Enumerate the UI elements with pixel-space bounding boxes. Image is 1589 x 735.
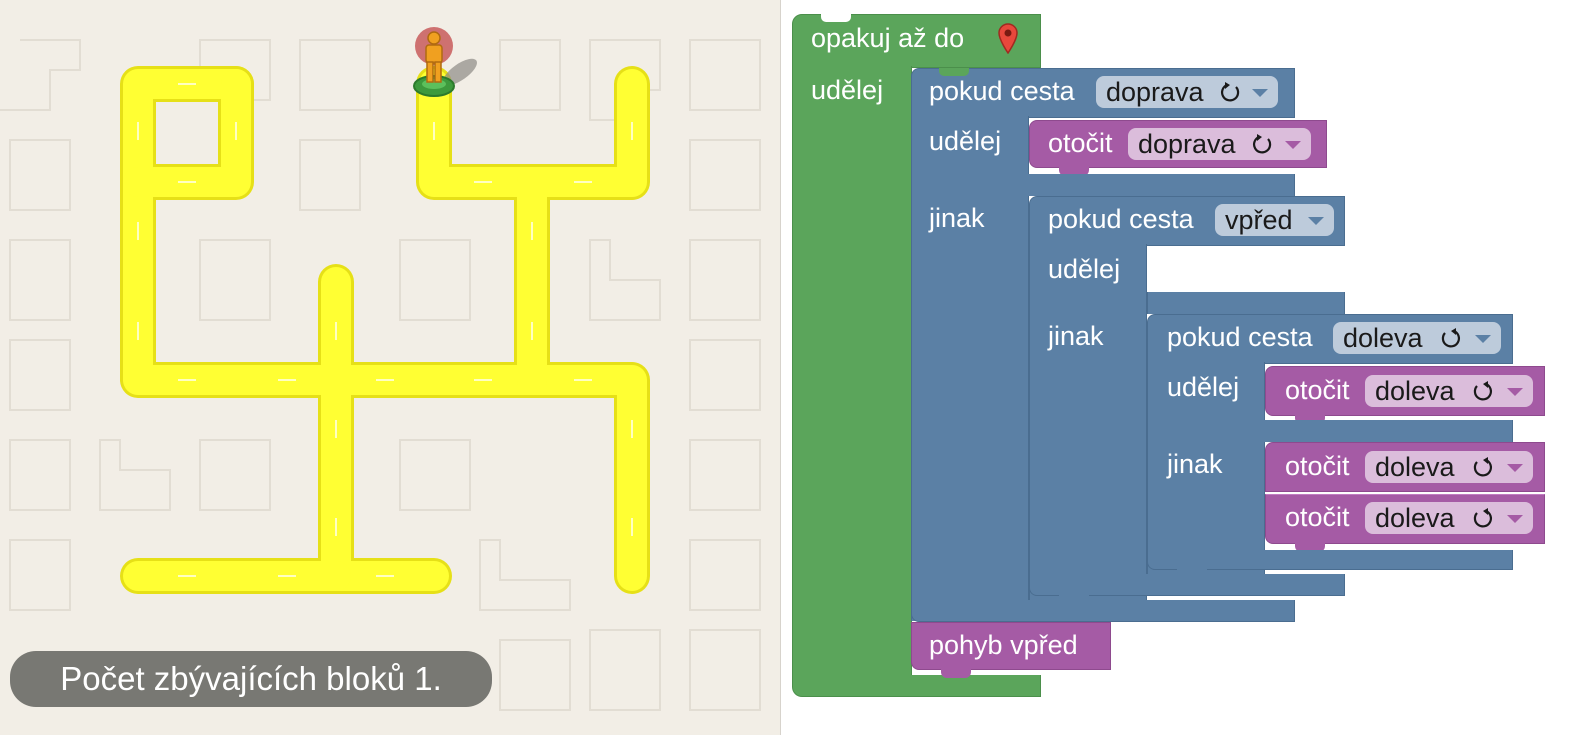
- if-path-left-mid-bar: [1147, 420, 1513, 442]
- block-top-notch: [821, 14, 851, 22]
- if-path-right-mid-bar: [911, 174, 1295, 196]
- if-path-forward-mid-bar: [1147, 292, 1345, 314]
- code-workspace: opakuj až do udělej pokud cesta doprava …: [781, 0, 1589, 735]
- repeat-do-label: udělej: [811, 75, 884, 105]
- if-path-right-dropdown[interactable]: doprava: [1096, 76, 1278, 108]
- dropdown-value: doleva: [1343, 323, 1423, 353]
- remaining-blocks-counter: Počet zbývajících bloků 1.: [10, 651, 492, 707]
- rotate-clockwise-icon: [1219, 79, 1243, 111]
- chevron-down-icon: [1308, 217, 1324, 225]
- if-path-right-footer: [911, 600, 1295, 622]
- if-path-left-dropdown[interactable]: doleva: [1333, 322, 1501, 354]
- rotate-counterclockwise-icon: [1470, 378, 1494, 410]
- chevron-down-icon: [1252, 89, 1268, 97]
- empty-do-slot[interactable]: [1147, 246, 1345, 294]
- repeat-until-body-bar: [792, 66, 912, 679]
- if-path-left-footer: [1147, 550, 1513, 570]
- maze-panel: Počet zbývajících bloků 1.: [0, 0, 781, 735]
- if-path-forward-label: pokud cesta: [1048, 204, 1194, 234]
- chevron-down-icon: [1507, 464, 1523, 472]
- map-pin-icon: [997, 22, 1019, 59]
- dropdown-value: doprava: [1138, 129, 1236, 159]
- if-path-right-label: pokud cesta: [929, 76, 1075, 106]
- dropdown-value: doprava: [1106, 77, 1204, 107]
- rotate-clockwise-icon: [1251, 131, 1275, 163]
- dropdown-value: doleva: [1375, 503, 1455, 533]
- turn-left-label: otočit: [1285, 502, 1350, 532]
- lane-marks: [137, 83, 633, 577]
- pegman-icon: [413, 27, 478, 97]
- turn-left-dropdown[interactable]: doleva: [1365, 451, 1533, 483]
- dropdown-value: doleva: [1375, 376, 1455, 406]
- if-path-right-do-label: udělej: [929, 126, 1002, 156]
- if-path-right-else-label: jinak: [929, 203, 985, 233]
- chevron-down-icon: [1475, 335, 1491, 343]
- if-path-left-label: pokud cesta: [1167, 322, 1313, 352]
- if-path-forward-else-label: jinak: [1048, 321, 1104, 351]
- chevron-down-icon: [1285, 141, 1301, 149]
- maze-map: [0, 27, 761, 711]
- if-path-forward-footer: [1029, 574, 1345, 596]
- chevron-down-icon: [1507, 388, 1523, 396]
- if-path-left-else-label: jinak: [1167, 449, 1223, 479]
- turn-left-dropdown[interactable]: doleva: [1365, 375, 1533, 407]
- dropdown-value: doleva: [1375, 452, 1455, 482]
- maze-path: [120, 66, 650, 594]
- repeat-until-label: opakuj až do: [811, 23, 965, 53]
- repeat-until-footer: [792, 675, 1041, 697]
- if-path-forward-do-label: udělej: [1048, 254, 1121, 284]
- turn-left-dropdown[interactable]: doleva: [1365, 502, 1533, 534]
- if-path-forward-body-bar: [1029, 244, 1147, 602]
- turn-right-dropdown[interactable]: doprava: [1128, 128, 1311, 160]
- chevron-down-icon: [1507, 515, 1523, 523]
- block-bottom-notch: [941, 668, 971, 678]
- rotate-counterclockwise-icon: [1470, 454, 1494, 486]
- turn-left-label: otočit: [1285, 375, 1350, 405]
- if-path-left-do-label: udělej: [1167, 372, 1240, 402]
- dropdown-value: vpřed: [1225, 205, 1293, 235]
- move-forward-label: pohyb vpřed: [929, 630, 1078, 660]
- rotate-counterclockwise-icon: [1438, 325, 1462, 357]
- turn-right-label: otočit: [1048, 128, 1113, 158]
- if-path-forward-dropdown[interactable]: vpřed: [1215, 204, 1334, 236]
- turn-left-label: otočit: [1285, 451, 1350, 481]
- rotate-counterclockwise-icon: [1470, 505, 1494, 537]
